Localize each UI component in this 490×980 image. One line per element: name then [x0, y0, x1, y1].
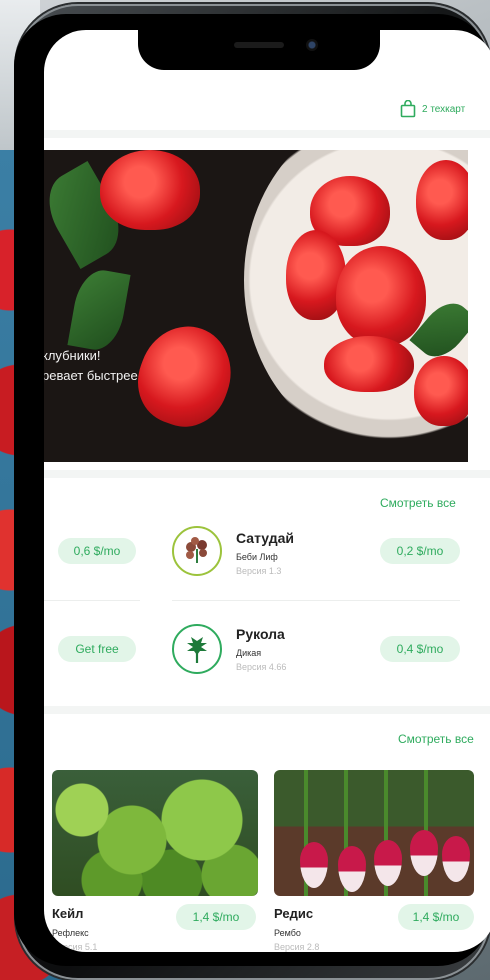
- cart-label: 2 техкарт: [422, 103, 466, 115]
- price-button[interactable]: 0,4 $/mo: [380, 636, 460, 662]
- strawberry-decor: [324, 336, 414, 392]
- divider: [44, 706, 490, 714]
- radish-decor: [374, 840, 402, 886]
- strawberry-decor: [336, 246, 426, 346]
- product-variety: Беби Лиф: [236, 552, 278, 562]
- app-screen: 2 техкарт клубники! ревает быстрее Смотр…: [44, 30, 490, 952]
- price-button[interactable]: 0,6 $/mo: [58, 538, 136, 564]
- price-button[interactable]: 1,4 $/mo: [176, 904, 256, 930]
- strawberry-decor: [100, 150, 200, 230]
- product-version: Версия 4.66: [236, 662, 287, 672]
- product-title: Рукола: [236, 626, 285, 642]
- radish-decor: [410, 830, 438, 876]
- row-divider: [172, 600, 460, 601]
- speaker-grille: [234, 42, 284, 48]
- product-card-version: Версия 2.8: [274, 942, 320, 952]
- strawberry-decor: [414, 356, 468, 426]
- phone-notch: [138, 30, 380, 70]
- product-card-variety: Рефлекс: [52, 928, 89, 938]
- cart-link[interactable]: 2 техкарт: [400, 100, 465, 118]
- product-card-title: Кейл: [52, 906, 84, 921]
- product-card-version: Версия 5.1: [52, 942, 98, 952]
- shopping-bag-icon: [400, 100, 416, 118]
- product-variety: Дикая: [236, 648, 262, 658]
- product-card-variety: Рембо: [274, 928, 301, 938]
- strawberry-decor: [125, 313, 245, 439]
- radish-decor: [442, 836, 470, 882]
- radish-decor: [300, 842, 328, 888]
- hero-banner[interactable]: клубники! ревает быстрее: [44, 150, 468, 462]
- lettuce-icon: [172, 526, 222, 576]
- see-all-link[interactable]: Смотреть все: [398, 732, 474, 746]
- product-card-title: Редис: [274, 906, 314, 921]
- kale-image[interactable]: [52, 770, 258, 896]
- leaf-decor: [67, 266, 131, 354]
- see-all-link[interactable]: Смотреть все: [380, 496, 456, 510]
- divider: [44, 470, 490, 478]
- divider: [44, 130, 490, 138]
- hero-caption: клубники! ревает быстрее: [44, 346, 138, 386]
- radish-image[interactable]: [274, 770, 474, 896]
- product-version: Версия 1.3: [236, 566, 282, 576]
- arugula-icon: [172, 624, 222, 674]
- price-button[interactable]: 0,2 $/mo: [380, 538, 460, 564]
- get-free-button[interactable]: Get free: [58, 636, 136, 662]
- price-button[interactable]: 1,4 $/mo: [398, 904, 474, 930]
- strawberry-decor: [416, 160, 468, 240]
- row-divider: [44, 600, 140, 601]
- radish-decor: [338, 846, 366, 892]
- hero-line-2: ревает быстрее: [44, 368, 138, 383]
- product-title: Сатудай: [236, 530, 294, 546]
- camera-icon: [306, 39, 318, 51]
- hero-line-1: клубники!: [44, 348, 101, 363]
